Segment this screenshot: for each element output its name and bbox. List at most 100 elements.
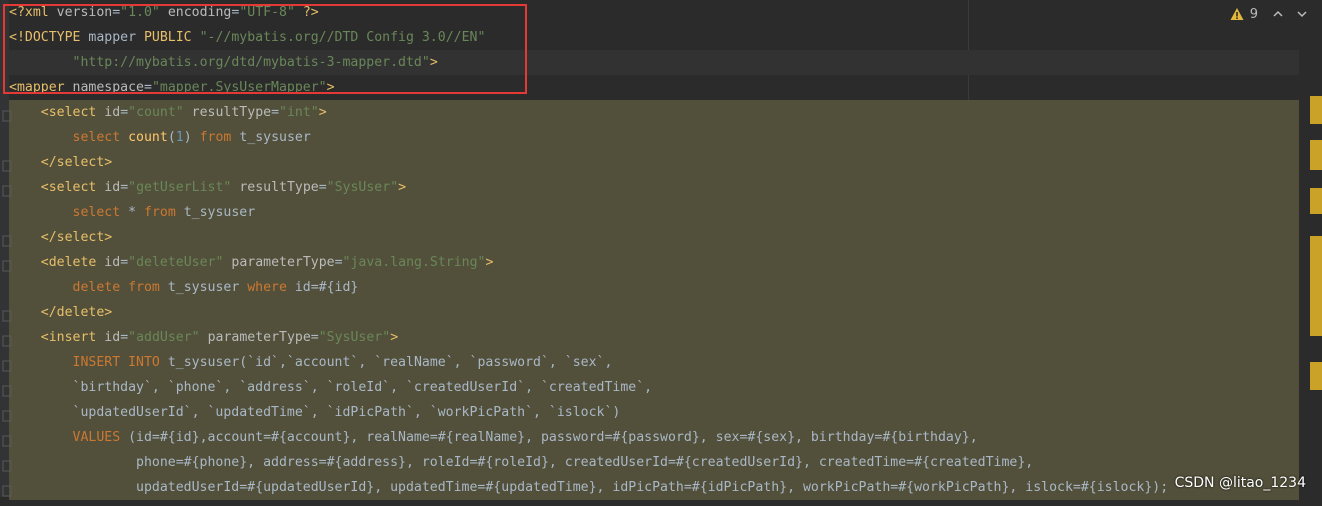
highlight-background bbox=[9, 300, 1299, 325]
code-text: <select id="count" resultType="int"> bbox=[9, 100, 327, 125]
fold-marker-icon[interactable] bbox=[2, 356, 12, 372]
code-token: </select> bbox=[40, 155, 113, 170]
fold-marker-icon[interactable] bbox=[2, 431, 12, 447]
code-text: </select> bbox=[9, 150, 112, 175]
code-token: "count" bbox=[128, 105, 184, 120]
scroll-marker[interactable] bbox=[1310, 188, 1322, 214]
code-line[interactable]: <select id="count" resultType="int"> bbox=[2, 100, 1309, 125]
code-token: `updatedUserId`, `updatedTime`, `idPicPa… bbox=[9, 405, 621, 420]
code-token: from bbox=[144, 205, 184, 220]
fold-marker-icon[interactable] bbox=[2, 256, 12, 272]
fold-marker-icon[interactable] bbox=[2, 156, 12, 172]
code-text: `updatedUserId`, `updatedTime`, `idPicPa… bbox=[9, 400, 621, 425]
code-token: = bbox=[334, 255, 343, 270]
code-line[interactable]: INSERT INTO t_sysuser(`id`,`account`, `r… bbox=[2, 350, 1309, 375]
fold-marker-icon[interactable] bbox=[2, 106, 12, 122]
code-token: = bbox=[310, 330, 319, 345]
code-token: select bbox=[72, 205, 129, 220]
annotation-box bbox=[3, 4, 527, 94]
code-line[interactable]: <delete id="deleteUser" parameterType="j… bbox=[2, 250, 1309, 275]
code-text: VALUES (id=#{id},account=#{account}, rea… bbox=[9, 425, 978, 450]
fold-marker-icon[interactable] bbox=[2, 381, 12, 397]
code-token: VALUES bbox=[72, 430, 129, 445]
scrollbar-marker-strip[interactable] bbox=[1308, 0, 1322, 497]
inspection-widget[interactable]: 9 bbox=[1230, 4, 1308, 24]
fold-marker-icon[interactable] bbox=[2, 181, 12, 197]
code-token: resultType bbox=[191, 105, 272, 120]
code-text: select * from t_sysuser bbox=[9, 200, 256, 225]
code-token: "SysUser" bbox=[326, 180, 399, 195]
code-token: ) bbox=[183, 130, 200, 145]
fold-marker-icon[interactable] bbox=[2, 331, 12, 347]
fold-marker-icon[interactable] bbox=[2, 231, 12, 247]
code-line[interactable]: select * from t_sysuser bbox=[9, 200, 1309, 225]
code-token: ( bbox=[167, 130, 176, 145]
code-token: (id=#{id},account=#{account}, realName=#… bbox=[128, 430, 978, 445]
code-text: delete from t_sysuser where id=#{id} bbox=[9, 275, 359, 300]
code-line[interactable]: <insert id="addUser" parameterType="SysU… bbox=[2, 325, 1309, 350]
scroll-marker[interactable] bbox=[1310, 96, 1322, 124]
watermark: CSDN @litao_1234 bbox=[1174, 475, 1306, 491]
chevron-down-icon[interactable] bbox=[1296, 8, 1308, 20]
code-token: > bbox=[318, 105, 327, 120]
code-token: from bbox=[199, 130, 240, 145]
code-token: = bbox=[120, 255, 129, 270]
code-line[interactable]: </delete> bbox=[2, 300, 1309, 325]
fold-marker-icon[interactable] bbox=[2, 481, 12, 497]
chevron-up-icon[interactable] bbox=[1272, 8, 1284, 20]
code-token: "addUser" bbox=[128, 330, 200, 345]
code-token: where bbox=[247, 280, 295, 295]
scroll-marker[interactable] bbox=[1310, 362, 1322, 390]
code-token: * bbox=[128, 205, 144, 220]
code-token: t_sysuser bbox=[183, 205, 256, 220]
code-line[interactable]: phone=#{phone}, address=#{address}, role… bbox=[2, 450, 1309, 475]
code-token: id bbox=[104, 105, 121, 120]
code-token: resultType bbox=[239, 180, 319, 195]
code-editor[interactable]: <?xml version="1.0" encoding="UTF-8" ?> <… bbox=[0, 0, 1322, 500]
code-text: updatedUserId=#{updatedUserId}, updatedT… bbox=[9, 475, 1168, 500]
code-token: select bbox=[72, 130, 129, 145]
code-token: id bbox=[104, 330, 121, 345]
highlight-background bbox=[9, 150, 1299, 175]
code-line[interactable]: delete from t_sysuser where id=#{id} bbox=[9, 275, 1309, 300]
code-token: id bbox=[104, 255, 121, 270]
code-line[interactable]: </select> bbox=[2, 150, 1309, 175]
code-token: "deleteUser" bbox=[128, 255, 224, 270]
warning-icon[interactable] bbox=[1230, 7, 1244, 21]
code-token: = bbox=[120, 330, 129, 345]
code-token: "SysUser" bbox=[318, 330, 391, 345]
code-token: updatedUserId=#{updatedUserId}, updatedT… bbox=[9, 480, 1169, 495]
fold-marker-icon[interactable] bbox=[2, 456, 12, 472]
code-line[interactable]: `birthday`, `phone`, `address`, `roleId`… bbox=[2, 375, 1309, 400]
fold-marker-icon[interactable] bbox=[2, 306, 12, 322]
code-token: <insert bbox=[40, 330, 105, 345]
fold-marker-icon[interactable] bbox=[2, 406, 12, 422]
code-token: count bbox=[128, 130, 168, 145]
highlight-background bbox=[9, 225, 1299, 250]
scroll-marker[interactable] bbox=[1310, 140, 1322, 170]
code-line[interactable]: <select id="getUserList" resultType="Sys… bbox=[2, 175, 1309, 200]
code-text: </select> bbox=[9, 225, 112, 250]
code-line[interactable]: VALUES (id=#{id},account=#{account}, rea… bbox=[2, 425, 1309, 450]
code-token: </select> bbox=[40, 230, 113, 245]
code-token: = bbox=[271, 105, 280, 120]
code-text: <insert id="addUser" parameterType="SysU… bbox=[9, 325, 398, 350]
code-line[interactable]: select count(1) from t_sysuser bbox=[9, 125, 1309, 150]
code-line[interactable]: updatedUserId=#{updatedUserId}, updatedT… bbox=[2, 475, 1309, 500]
code-token: <select bbox=[40, 180, 105, 195]
scroll-marker[interactable] bbox=[1310, 236, 1322, 336]
code-line[interactable]: </select> bbox=[2, 225, 1309, 250]
code-text: </delete> bbox=[9, 300, 112, 325]
code-line[interactable]: `updatedUserId`, `updatedTime`, `idPicPa… bbox=[2, 400, 1309, 425]
